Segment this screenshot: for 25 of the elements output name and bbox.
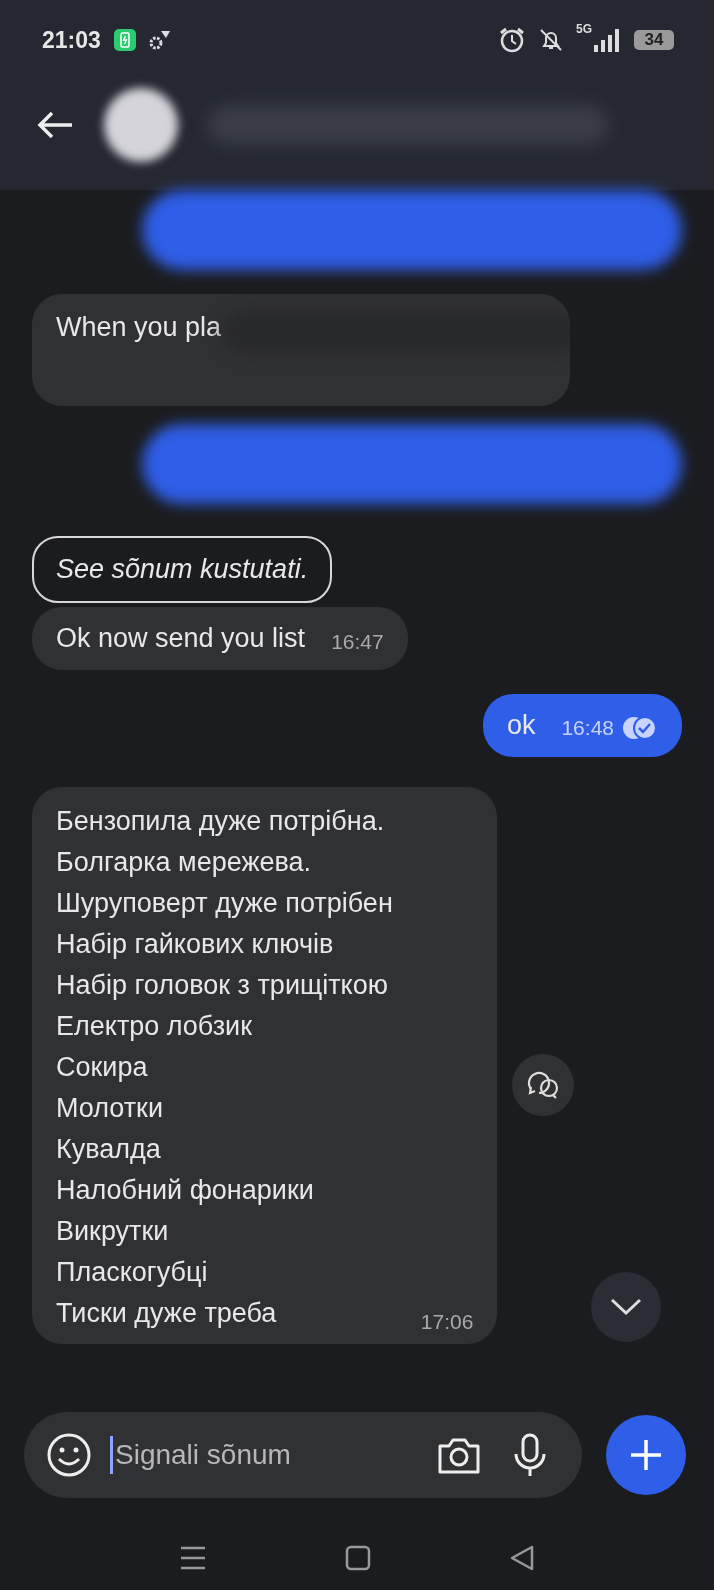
message-time: 17:06 (420, 1310, 474, 1334)
message-text: Ok now send you list (56, 623, 306, 654)
message-line: Сокира (56, 1051, 149, 1084)
message-input[interactable]: Signali sõnum (110, 1436, 418, 1474)
message-line: Бензопила дуже потрібна. (56, 805, 386, 838)
battery-level: 34 (634, 30, 674, 50)
network-type: 5G (576, 22, 592, 36)
message-line: Електро лобзик (56, 1010, 253, 1043)
message-line: Пласкогубці (56, 1256, 209, 1289)
message-line: Набір головок з трищіткою (56, 969, 389, 1002)
message-line: Болгарка мережева. (56, 846, 313, 879)
message-line: Налобний фонарики (56, 1174, 315, 1207)
message-field[interactable]: Signali sõnum (24, 1412, 582, 1498)
message-time: 16:48 (561, 716, 614, 740)
message-text: When you pla (56, 312, 222, 343)
message-line: Кувалда (56, 1133, 162, 1166)
message-line: Набір гайкових ключів (56, 928, 335, 961)
deleted-message: See sõnum kustutati. (32, 536, 333, 603)
message-line: Тиски дуже треба (56, 1297, 278, 1330)
message-line: Викрутки (56, 1215, 170, 1248)
message-time: 16:47 (331, 630, 384, 654)
clock: 21:03 (42, 26, 101, 54)
message-line: Шуруповерт дуже потрібен (56, 887, 393, 920)
message-line: Молотки (56, 1092, 164, 1125)
message-text: ok (506, 710, 536, 741)
